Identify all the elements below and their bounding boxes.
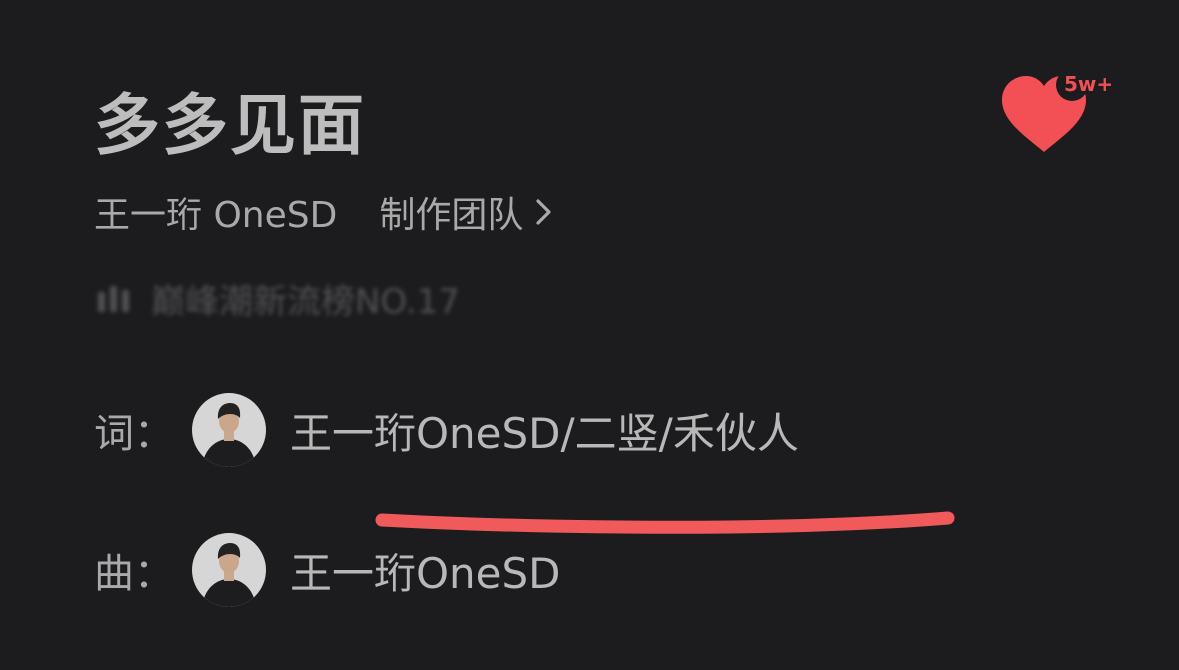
song-title: 多多见面 — [94, 87, 366, 164]
artist-link[interactable]: 王一珩 OneSD — [94, 186, 337, 238]
like-count: 5w+ — [1064, 72, 1114, 96]
chart-rank-label: 巅峰潮新流榜NO.17 — [151, 281, 460, 322]
chart-bars-icon — [98, 284, 129, 312]
composer-names[interactable]: 王一珩OneSD — [290, 540, 561, 601]
composer-row: 曲： 王一珩OneSD — [94, 532, 561, 608]
lyricist-row: 词： 王一珩OneSD/二竖/禾伙人 — [94, 392, 799, 468]
like-button[interactable]: 5w+ — [998, 72, 1118, 156]
production-team-label: 制作团队 — [379, 195, 524, 236]
composer-label: 曲： — [94, 551, 174, 597]
chevron-right-icon — [536, 199, 551, 225]
song-meta: 王一珩 OneSD 制作团队 — [94, 186, 555, 238]
lyricist-label: 词： — [94, 411, 174, 457]
chart-rank-badge[interactable]: 巅峰潮新流榜NO.17 — [98, 276, 460, 322]
avatar[interactable] — [192, 393, 266, 467]
avatar[interactable] — [192, 533, 266, 607]
lyricist-names[interactable]: 王一珩OneSD/二竖/禾伙人 — [290, 400, 799, 461]
production-team-link[interactable]: 制作团队 — [379, 186, 555, 238]
